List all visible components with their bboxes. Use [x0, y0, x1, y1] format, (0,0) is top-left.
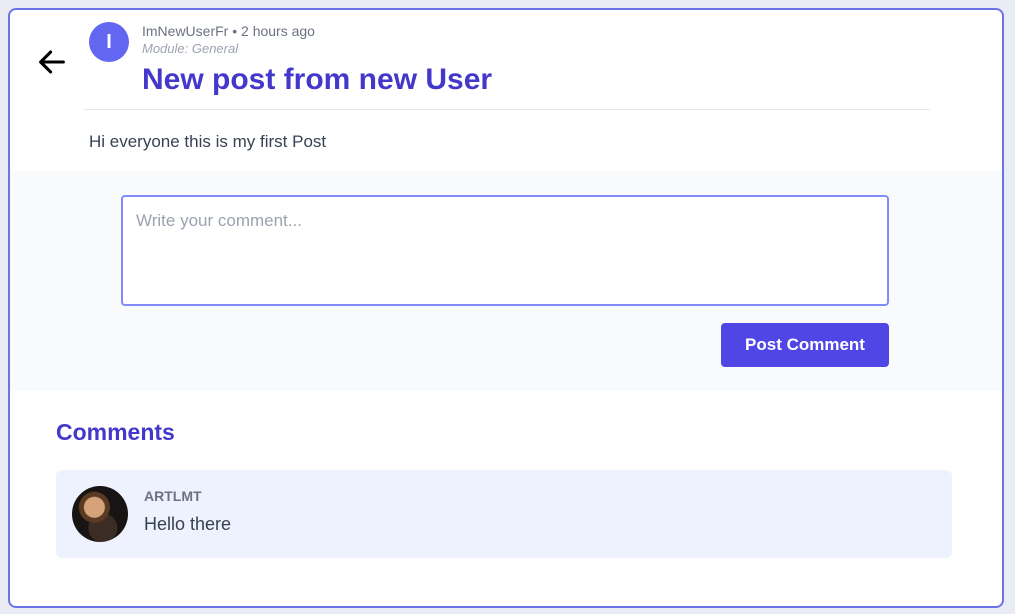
- comment-text: Hello there: [144, 514, 232, 534]
- post-card: I ImNewUserFr • 2 hours ago Module: Gene…: [8, 8, 1004, 608]
- post-body: Hi everyone this is my first Post: [89, 132, 327, 151]
- post-comment-button[interactable]: Post Comment: [721, 323, 889, 367]
- commenter-avatar: [72, 486, 128, 542]
- post-title: New post from new User: [142, 63, 493, 96]
- back-button[interactable]: [34, 44, 70, 80]
- arrow-left-icon: [39, 50, 65, 74]
- divider: [84, 109, 930, 110]
- author-avatar: I: [89, 22, 129, 62]
- comment-input[interactable]: [121, 195, 889, 306]
- comments-heading: Comments: [56, 419, 175, 445]
- comment-author: ARTLMT: [144, 488, 202, 504]
- comment-form: Post Comment: [10, 171, 1002, 391]
- post-module: Module: General: [142, 41, 239, 56]
- post-meta: ImNewUserFr • 2 hours ago: [142, 23, 315, 39]
- comment-item: ARTLMT Hello there: [56, 470, 952, 558]
